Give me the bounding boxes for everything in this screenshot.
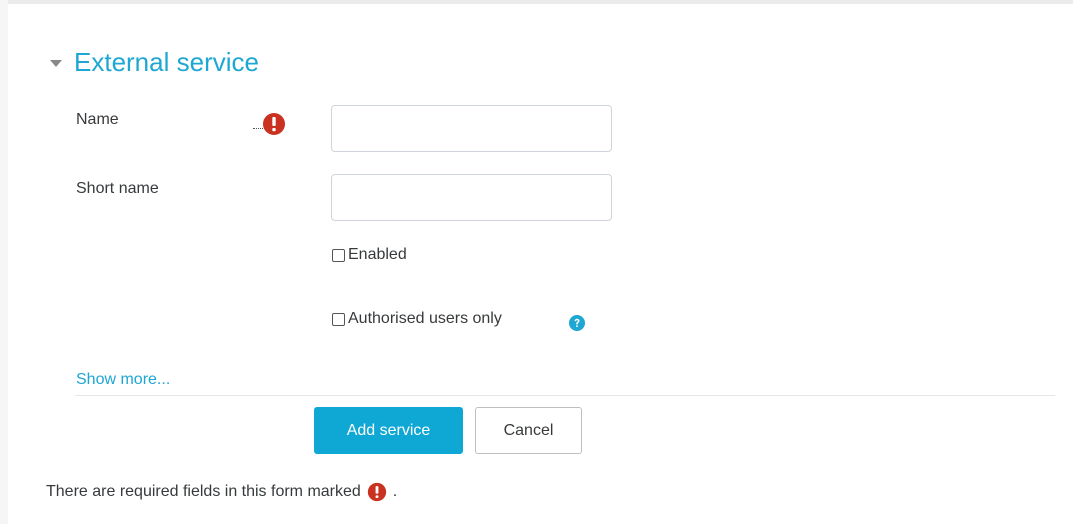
fieldset-legend-toggle[interactable]: External service xyxy=(50,44,259,80)
required-note-text: There are required fields in this form m… xyxy=(46,483,361,500)
question-circle-icon[interactable] xyxy=(569,315,585,331)
add-service-button[interactable]: Add service xyxy=(314,407,463,454)
left-border xyxy=(0,0,8,524)
enabled-checkbox-row[interactable]: Enabled xyxy=(332,246,407,264)
authorised-users-checkbox[interactable] xyxy=(332,312,345,326)
enabled-label: Enabled xyxy=(348,246,407,263)
top-border xyxy=(0,0,1073,4)
page: External service Name Short name Enabled… xyxy=(0,0,1073,524)
required-note-period: . xyxy=(392,483,398,500)
show-more-link[interactable]: Show more... xyxy=(76,370,170,390)
short-name-input[interactable] xyxy=(331,174,612,221)
enabled-checkbox[interactable] xyxy=(332,248,345,262)
short-name-label: Short name xyxy=(76,180,159,197)
name-label: Name xyxy=(76,111,119,128)
fieldset-legend: External service xyxy=(74,47,259,77)
caret-down-icon xyxy=(50,59,62,67)
divider xyxy=(75,395,1055,396)
exclamation-circle-icon xyxy=(367,482,386,502)
name-input[interactable] xyxy=(331,105,612,152)
authorised-users-checkbox-row[interactable]: Authorised users only xyxy=(332,310,502,328)
authorised-users-label: Authorised users only xyxy=(348,310,502,327)
exclamation-circle-icon xyxy=(263,113,285,135)
required-fields-note: There are required fields in this form m… xyxy=(46,482,397,502)
cancel-button[interactable]: Cancel xyxy=(475,407,582,454)
